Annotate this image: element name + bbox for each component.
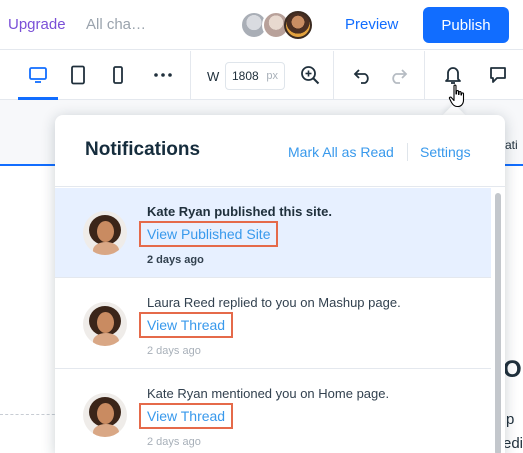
zoom-icon[interactable] <box>298 63 322 87</box>
section-guide <box>0 414 60 415</box>
panel-header: Notifications Mark All as Read Settings <box>55 115 505 187</box>
notification-time: 2 days ago <box>147 436 201 448</box>
mark-all-read-button[interactable]: Mark All as Read <box>288 144 394 160</box>
divider <box>333 51 334 100</box>
collaborator-avatars[interactable] <box>240 11 318 41</box>
view-thread-link[interactable]: View Thread <box>139 312 234 338</box>
editor-toolbar: W 1808 px <box>0 51 523 100</box>
preview-button[interactable]: Preview <box>345 16 398 33</box>
hand-cursor-icon <box>448 84 468 113</box>
more-icon[interactable] <box>151 63 175 87</box>
notification-item[interactable]: Kate Ryan published this site. View Publ… <box>55 188 491 278</box>
avatar <box>284 11 312 39</box>
notification-time: 2 days ago <box>147 345 201 357</box>
notifications-panel: Notifications Mark All as Read Settings … <box>55 115 505 453</box>
avatar <box>83 211 127 255</box>
settings-button[interactable]: Settings <box>420 144 471 160</box>
notification-item[interactable]: Laura Reed replied to you on Mashup page… <box>55 279 491 369</box>
notification-message: Laura Reed replied to you on Mashup page… <box>147 295 401 310</box>
redo-icon[interactable] <box>386 63 410 87</box>
comments-icon[interactable] <box>486 63 510 87</box>
notification-time: 2 days ago <box>147 254 204 266</box>
width-label: W <box>207 69 220 84</box>
mobile-icon[interactable] <box>106 63 130 87</box>
divider <box>407 143 408 161</box>
canvas-text: p <box>506 411 515 428</box>
save-status: All cha… <box>86 16 147 33</box>
divider <box>190 51 191 100</box>
upgrade-link[interactable]: Upgrade <box>8 16 66 33</box>
canvas-text: edi <box>503 435 523 452</box>
publish-button[interactable]: Publish <box>423 7 509 43</box>
panel-title: Notifications <box>85 139 201 160</box>
canvas-heading: O <box>503 356 522 383</box>
width-input[interactable]: 1808 px <box>225 62 285 90</box>
width-unit: px <box>266 70 278 82</box>
notification-message: Kate Ryan mentioned you on Home page. <box>147 386 390 401</box>
notification-message: Kate Ryan published this site. <box>147 204 332 219</box>
width-value: 1808 <box>232 69 259 83</box>
notification-item[interactable]: Kate Ryan mentioned you on Home page. Vi… <box>55 370 491 453</box>
view-thread-link[interactable]: View Thread <box>139 403 234 429</box>
scrollbar[interactable] <box>492 187 505 453</box>
desktop-icon[interactable] <box>26 63 50 87</box>
undo-icon[interactable] <box>351 63 375 87</box>
scrollbar-thumb[interactable] <box>495 193 501 453</box>
top-bar: Upgrade All cha… Preview Publish <box>0 0 523 50</box>
view-published-site-link[interactable]: View Published Site <box>139 221 279 247</box>
tablet-icon[interactable] <box>66 63 90 87</box>
canvas-text: ati <box>505 138 518 152</box>
divider <box>424 51 425 100</box>
avatar <box>83 393 127 437</box>
avatar <box>83 302 127 346</box>
